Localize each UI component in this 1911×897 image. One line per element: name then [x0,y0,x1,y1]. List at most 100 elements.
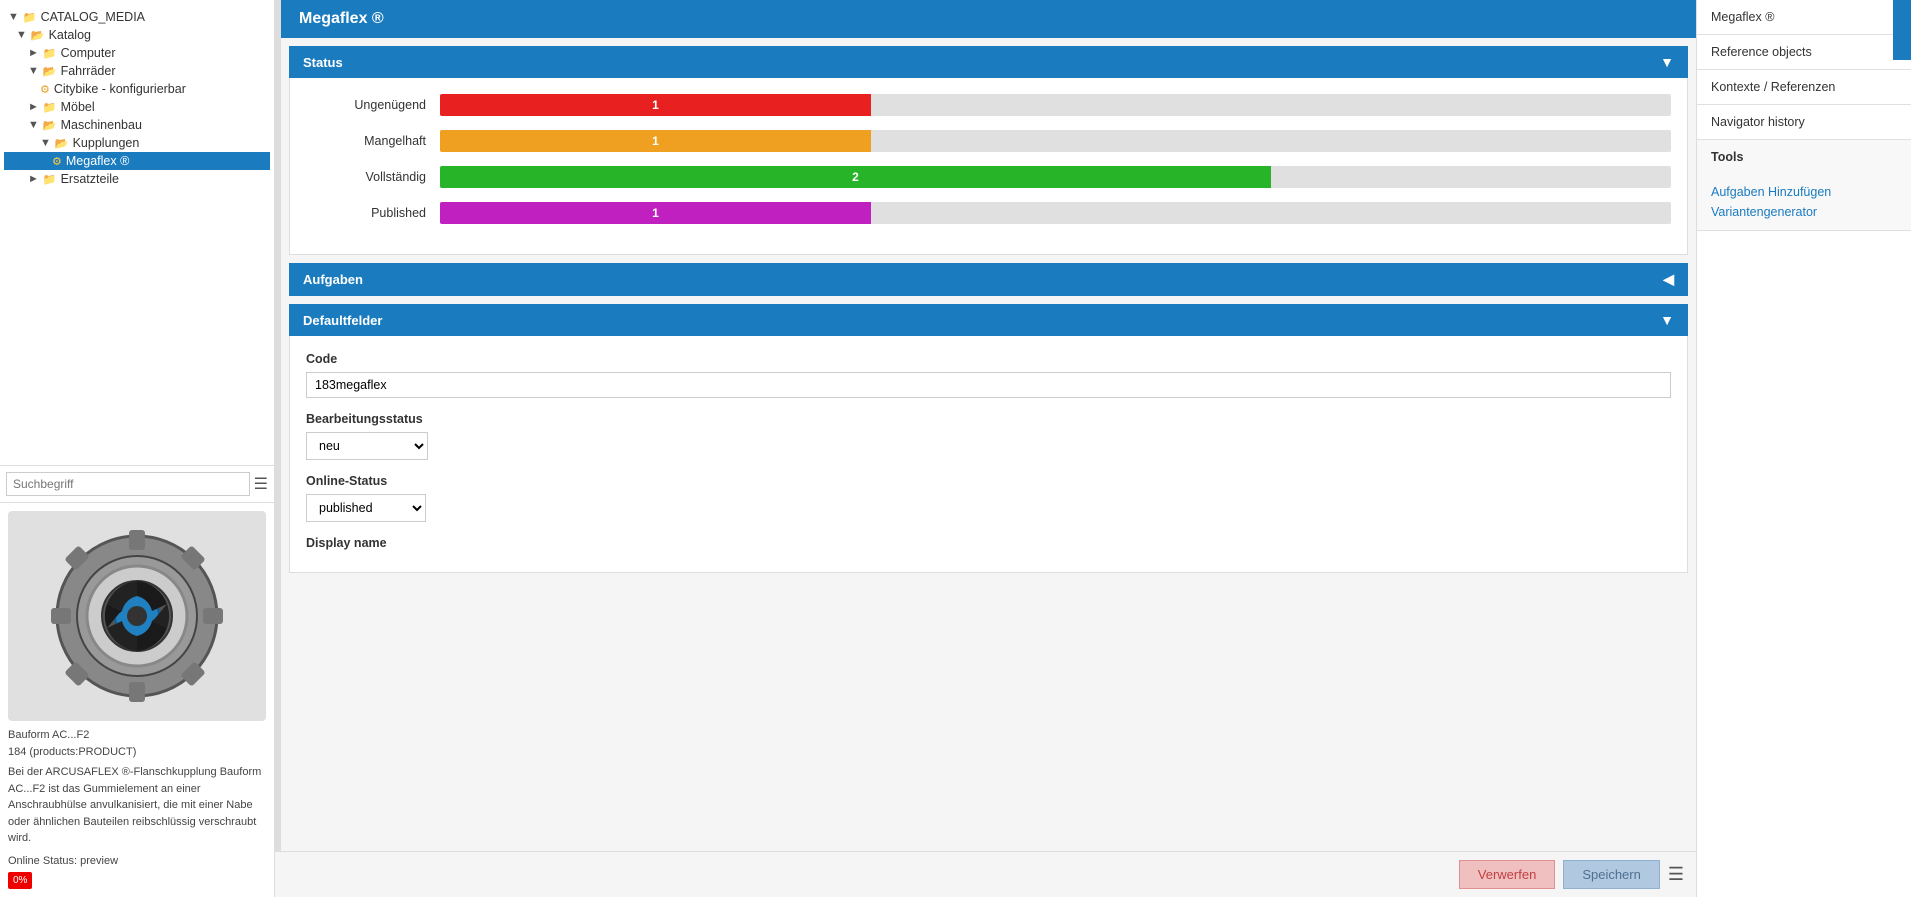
code-label: Code [306,352,1671,366]
top-right-tab[interactable] [1893,0,1911,60]
defaultfelder-section-header[interactable]: Defaultfelder ▼ [289,304,1688,336]
speichern-button[interactable]: Speichern [1563,860,1660,889]
right-section-header-kontexte[interactable]: Kontexte / Referenzen [1697,70,1911,104]
tree-item-computer[interactable]: ►📁Computer [4,44,270,62]
bearbeitungsstatus-select[interactable]: neu in Bearbeitung abgeschlossen [306,432,428,460]
aufgaben-section: Aufgaben ◀ [289,263,1688,296]
status-bar-container: 1 [440,94,1671,116]
status-bar-fill: 1 [440,202,871,224]
status-section: Status ▼ Ungenügend 1 Mangelhaft 1 Volls… [289,46,1688,255]
expand-icon: ▼ [28,119,39,131]
bearbeitungsstatus-label: Bearbeitungsstatus [306,412,1671,426]
page-title: Megaflex ® [281,0,1696,38]
expand-icon: ▼ [40,137,51,149]
expand-icon: ▼ [16,29,27,41]
tree-item-moebel[interactable]: ►📁Möbel [4,98,270,116]
tree-item-label: Megaflex ® [66,154,129,168]
right-link-aufgaben-link[interactable]: Aufgaben Hinzufügen [1711,182,1897,202]
preview-description: Bei der ARCUSAFLEX ®-Flanschkupplung Bau… [8,764,266,847]
preview-text: Bauform AC...F2 184 (products:PRODUCT) B… [8,727,266,889]
status-row-ungenügend: Ungenügend 1 [306,94,1671,116]
right-section-header-tools[interactable]: Tools [1697,140,1911,174]
tree-item-kupplungen[interactable]: ▼ 📂 Kupplungen [4,134,270,152]
product-icon: ⚙ [40,83,50,96]
tree-item-label: Möbel [61,100,95,114]
preview-area: Bauform AC...F2 184 (products:PRODUCT) B… [0,502,274,897]
tree-item-label: Citybike - konfigurierbar [54,82,186,96]
right-link-varianten-link[interactable]: Variantengenerator [1711,202,1897,222]
bottom-bar: Verwerfen Speichern ☰ [275,851,1696,897]
folder-open-icon: 📂 [43,65,57,78]
online-status-select[interactable]: published preview unpublished [306,494,426,522]
status-bar-container: 1 [440,202,1671,224]
folder-open-icon: 📂 [43,119,57,132]
defaultfelder-section-title: Defaultfelder [303,313,382,328]
right-section-header-reference-objects[interactable]: Reference objects [1697,35,1911,69]
tree-item-root[interactable]: ▼ 📁 CATALOG_MEDIA [4,8,270,26]
right-section-body-tools: Aufgaben HinzufügenVariantengenerator [1697,174,1911,230]
folder-icon: 📁 [23,11,37,24]
tree-item-megaflex[interactable]: ⚙ Megaflex ® [4,152,270,170]
status-bar-fill: 1 [440,94,871,116]
status-label: Published [306,206,426,220]
tree-item-label: Katalog [49,28,91,42]
product-selected-icon: ⚙ [52,155,62,168]
status-section-body: Ungenügend 1 Mangelhaft 1 Vollständig 2 … [289,78,1688,255]
tree-item-ersatzteile[interactable]: ► 📁 Ersatzteile [4,170,270,188]
preview-subtitle: 184 (products:PRODUCT) [8,744,266,761]
tree-item-label: Maschinenbau [61,118,142,132]
right-section-tools: ToolsAufgaben HinzufügenVariantengenerat… [1697,140,1911,231]
status-bar-container: 1 [440,130,1671,152]
tree-item-label: CATALOG_MEDIA [41,10,145,24]
status-bar-container: 2 [440,166,1671,188]
search-input[interactable] [6,472,250,496]
verwerfen-button[interactable]: Verwerfen [1459,860,1556,889]
expand-icon: ▼ [8,11,19,23]
aufgaben-section-title: Aufgaben [303,272,363,287]
preview-image [8,511,266,721]
status-bar-fill: 2 [440,166,1271,188]
status-row-vollständig: Vollständig 2 [306,166,1671,188]
status-row-mangelhaft: Mangelhaft 1 [306,130,1671,152]
tree-item-maschinenbau[interactable]: ▼ 📂 Maschinenbau [4,116,270,134]
status-section-header[interactable]: Status ▼ [289,46,1688,78]
tree-item-label: Kupplungen [73,136,140,150]
tree-item-label: Ersatzteile [61,172,119,186]
right-section-navigator-history: Navigator history [1697,105,1911,140]
status-label: Vollständig [306,170,426,184]
tree-item-fahrraeder[interactable]: ▼📂Fahrräder [4,62,270,80]
online-status-badge: 0% [8,872,32,889]
tree-area: ▼📁CATALOG_MEDIA▼📂Katalog►📁Computer▼📂Fahr… [0,0,274,465]
expand-icon: ► [28,173,39,185]
tree-item-label: Computer [61,46,116,60]
status-bar-fill: 1 [440,130,871,152]
search-area: ☰ [0,465,274,502]
tree-item-katalog[interactable]: ▼ 📂 Katalog [4,26,270,44]
folder-open-icon: 📂 [55,137,69,150]
right-section-header-megaflex-ref[interactable]: Megaflex ® [1697,0,1911,34]
aufgaben-chevron-icon: ◀ [1663,271,1674,288]
folder-icon: 📁 [43,47,57,60]
code-input[interactable] [306,372,1671,398]
display-name-label: Display name [306,536,1671,550]
aufgaben-section-header[interactable]: Aufgaben ◀ [289,263,1688,296]
preview-title: Bauform AC...F2 [8,727,266,744]
right-section-reference-objects: Reference objects [1697,35,1911,70]
preview-online-status: Online Status: preview [8,853,266,870]
defaultfelder-section: Defaultfelder ▼ Code Bearbeitungsstatus … [289,304,1688,573]
right-section-kontexte: Kontexte / Referenzen [1697,70,1911,105]
folder-open-icon: 📂 [31,29,45,42]
bottom-menu-button[interactable]: ☰ [1668,864,1684,885]
status-label: Ungenügend [306,98,426,112]
folder-icon: 📁 [43,173,57,186]
expand-icon: ▼ [28,65,39,77]
tree-item-citybike[interactable]: ⚙ Citybike - konfigurierbar [4,80,270,98]
online-status-label: Online-Status [306,474,1671,488]
status-section-title: Status [303,55,343,70]
defaultfelder-chevron-icon: ▼ [1660,312,1674,328]
main-content: Megaflex ® Status ▼ Ungenügend 1 Mangelh… [281,0,1696,897]
search-menu-icon[interactable]: ☰ [254,474,268,494]
expand-icon: ► [28,101,39,113]
right-section-header-navigator-history[interactable]: Navigator history [1697,105,1911,139]
status-chevron-icon: ▼ [1660,54,1674,70]
